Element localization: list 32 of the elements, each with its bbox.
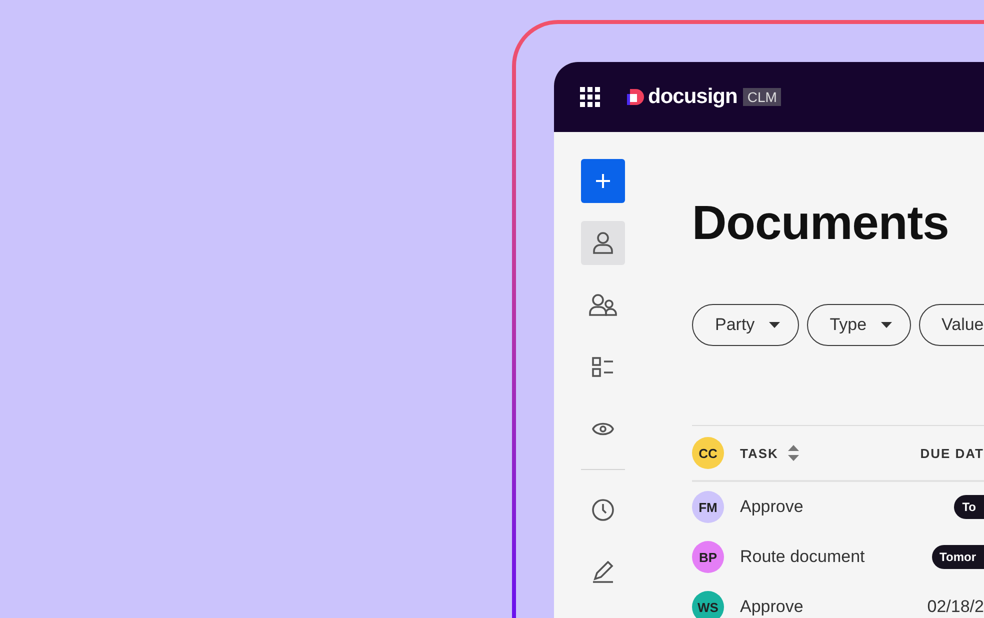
new-button[interactable] — [581, 159, 625, 203]
person-nav-button[interactable] — [581, 221, 625, 265]
task-name: Approve — [740, 597, 804, 617]
filter-dropdown[interactable]: Party — [692, 304, 799, 346]
page-title: Documents — [692, 196, 950, 252]
checklist-icon — [592, 357, 614, 377]
avatar: FM — [692, 491, 724, 523]
sort-icon — [788, 445, 800, 461]
logo-icon — [627, 88, 644, 106]
caret-icon — [880, 322, 892, 328]
due-badge: Tomor — [932, 545, 984, 569]
task-name: Approve — [740, 497, 804, 517]
task-column-header[interactable]: TASK — [740, 445, 800, 461]
eye-icon — [592, 422, 614, 436]
person-icon — [593, 232, 613, 254]
caret-icon — [768, 322, 780, 328]
filter-dropdown[interactable]: Value — [918, 304, 984, 346]
app-grid-icon[interactable] — [580, 87, 600, 107]
avatar: WS — [692, 591, 724, 618]
due-date-column-header: DUE DAT — [920, 446, 984, 460]
task-name: Route document — [740, 547, 865, 567]
avatar: CC — [692, 437, 724, 469]
due-date: 02/18/2 — [927, 597, 984, 617]
product-tag: CLM — [743, 88, 781, 106]
avatar: BP — [692, 541, 724, 573]
pen-icon — [592, 561, 614, 583]
people-icon — [589, 294, 617, 316]
logo-text: docusign — [648, 85, 738, 109]
due-badge: To — [954, 495, 984, 519]
filter-dropdown[interactable]: Type — [806, 304, 911, 346]
plus-icon — [595, 173, 611, 189]
clock-icon — [592, 499, 614, 521]
